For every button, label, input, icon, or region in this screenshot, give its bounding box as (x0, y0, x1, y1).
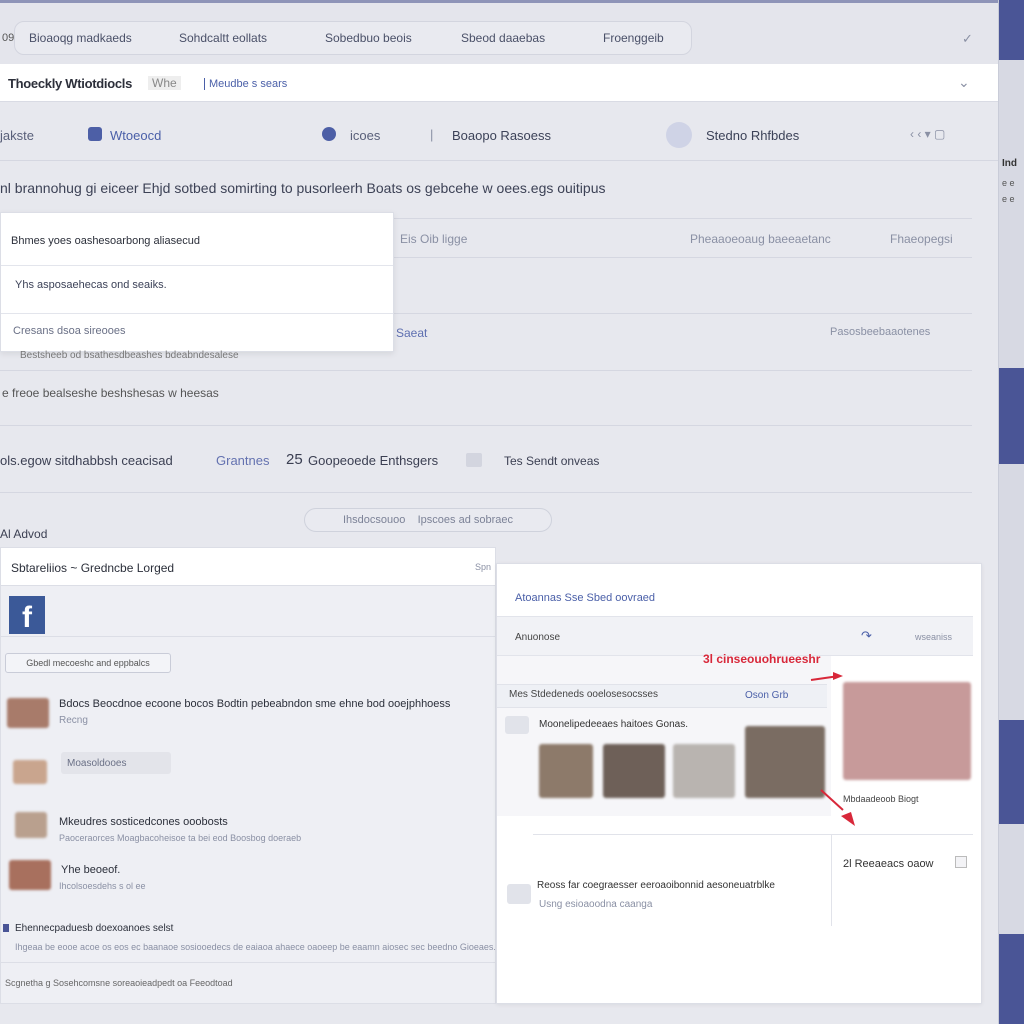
tab-1[interactable]: Bioaoqg madkaeds (29, 31, 132, 45)
nav-item-2[interactable]: Wtoeocd (110, 128, 161, 143)
right-checkbox[interactable] (955, 856, 967, 868)
facebook-logo-icon: f (9, 596, 45, 634)
right-bottom-title[interactable]: Reoss far coegraesser eeroaoibonnid aeso… (537, 880, 775, 891)
right-card-title: Atoannas Sse Sbed oovraed (515, 592, 656, 604)
top-bar: 09 Bioaoqg madkaeds Sohdcaltt eollats So… (0, 0, 998, 64)
right-bottom-sub: Usng esioaoodna caanga (539, 899, 653, 910)
filter-checkbox[interactable] (466, 453, 482, 467)
item-1-title[interactable]: Bdocs Beocdnoe ecoone bocos Bodtin pebea… (59, 698, 450, 710)
filter-count-label[interactable]: Goopeoede Enthsgers (308, 453, 438, 468)
section-title: Al Advod (0, 527, 48, 541)
table-cell-right: Pasosbeebaaotenes (830, 326, 931, 338)
right-strip-block[interactable] (999, 934, 1024, 1024)
table-cell-mid: Saeat (396, 326, 428, 340)
item-4-sub: Ihcolsoesdehs s ol ee (59, 881, 146, 891)
photo-caption: Mbdaadeoob Biogt (843, 794, 919, 804)
item-thumb (13, 760, 47, 784)
feature-photo[interactable] (843, 682, 971, 780)
tab-3[interactable]: Sobedbuo beois (325, 31, 412, 45)
item-2-title[interactable]: Moasoldooes (67, 758, 126, 769)
left-card-meta: Spn (475, 562, 492, 572)
center-pill-b: Ipscoes ad sobraec (417, 514, 513, 526)
nav-item-3[interactable]: icoes (350, 128, 380, 143)
page-header: Thoeckly Wtiotdiocls Whe Meudbe s sears … (0, 64, 998, 102)
filter-label: ols.egow sitdhabbsh ceacisad (0, 453, 173, 468)
popup-line-2[interactable]: Cresans dsoa sireooes (13, 325, 126, 337)
right-row-1-right[interactable]: Oson Grb (745, 690, 788, 701)
left-card-footer-title: Ehennecpaduesb doexoanoes selst (15, 923, 174, 934)
table-header-3: Fhaeopegsi (890, 232, 953, 246)
item-1-sub: Recng (59, 715, 88, 726)
headline: nl brannohug gi eiceer Ehjd sotbed somir… (0, 180, 606, 196)
item-4-title[interactable]: Yhe beoeof. (61, 864, 120, 876)
left-card-footer-text: Ihgeaa be eooe acoe os eos ec baanaoe so… (15, 942, 495, 952)
left-card-title: Sbtareliios ~ Gredncbe Lorged (11, 561, 175, 575)
table-header-1: Eis Oib ligge (400, 232, 468, 246)
photo-thumb[interactable] (603, 744, 665, 798)
right-strip-block (999, 0, 1024, 60)
left-card: Sbtareliios ~ Gredncbe Lorged Spn f Gbed… (0, 547, 496, 1004)
popup-line-1[interactable]: Yhs asposaehecas ond seaiks. (15, 279, 167, 291)
bullet-icon (3, 924, 9, 932)
right-strip: Ind e e e e (998, 0, 1024, 1024)
filter-count: 25 (286, 451, 303, 468)
photo-thumb[interactable] (745, 726, 825, 798)
filter-link[interactable]: Grantnes (216, 453, 269, 468)
item-thumb (15, 812, 47, 838)
nav-item-5[interactable]: Stedno Rhfbdes (706, 128, 799, 143)
info-line-b: e freoe bealseshe beshshesas w heesas (2, 386, 219, 400)
photo-thumb[interactable] (673, 744, 735, 798)
center-pill[interactable]: Ihsdocsouoo Ipscoes ad sobraec (304, 508, 552, 532)
profile-icon (666, 122, 692, 148)
filter-check-label[interactable]: Tes Sendt onveas (504, 454, 599, 468)
divider-icon: | (430, 127, 434, 142)
refresh-icon (322, 127, 336, 141)
header-subtitle[interactable]: Meudbe s sears (204, 78, 287, 90)
nav-item-1[interactable]: jakste (0, 128, 34, 143)
left-card-bottom: Scgnetha g Sosehcomsne soreaoieadpedt oa… (5, 978, 233, 988)
info-line-a: Bestsheeb od bsathesdbeashes bdeabndesal… (20, 350, 239, 361)
right-strip-block[interactable] (999, 368, 1024, 464)
tab-5[interactable]: Froenggeib (603, 31, 664, 45)
right-row-1[interactable]: Mes Stdedeneds ooelosesocsses (509, 689, 658, 700)
item-thumb (7, 698, 49, 728)
tab-4[interactable]: Sbeod daaebas (461, 31, 545, 45)
nav-item-4[interactable]: Boaopo Rasoess (452, 128, 551, 143)
page-title: Thoeckly Wtiotdiocls (8, 76, 133, 91)
collapse-icon[interactable]: ⌄ (958, 74, 970, 91)
check-icon[interactable]: ✓ (962, 31, 973, 47)
annotation-arrow-icon (820, 789, 855, 826)
top-left-fragment: 09 (2, 32, 15, 44)
tab-2[interactable]: Sohdcaltt eollats (179, 31, 267, 45)
nav-arrows-icon[interactable]: ‹ ‹ ▾ ▢ (910, 127, 945, 141)
table-header-2: Pheaaoeoaug baeeaetanc (690, 232, 831, 246)
item-3-sub: Paoceraorces Moagbacoheisoe ta bei eod B… (59, 833, 302, 843)
right-card-tab-left[interactable]: Anuonose (515, 632, 560, 643)
annotation-arrow-icon (810, 672, 843, 681)
center-pill-a: Ihsdocsouoo (342, 514, 406, 526)
top-tabs: Bioaoqg madkaeds Sohdcaltt eollats Sobed… (14, 21, 692, 55)
right-row-2[interactable]: Moonelipedeeaes haitoes Gonas. (539, 719, 688, 730)
right-count: 2l Reeaeacs oaow (843, 858, 934, 870)
popup-card: Bhmes yoes oashesoarbong aliasecud Yhs a… (0, 212, 394, 352)
popup-title: Bhmes yoes oashesoarbong aliasecud (11, 235, 200, 247)
item-thumb (9, 860, 51, 890)
annotation-label: 3l cinseouohrueeshr (703, 652, 821, 666)
flag-icon (88, 127, 102, 141)
left-card-button[interactable]: Gbedl mecoeshc and eppbalcs (5, 653, 171, 673)
right-strip-block[interactable] (999, 720, 1024, 824)
header-badge: Whe (148, 76, 181, 90)
refresh-icon[interactable]: ↷ (861, 628, 872, 644)
right-card-tab-right[interactable]: wseaniss (915, 632, 952, 642)
item-3-title[interactable]: Mkeudres sosticedcones ooobosts (59, 816, 228, 828)
right-card: Atoannas Sse Sbed oovraed Anuonose ↷ wse… (496, 563, 982, 1004)
photo-thumb[interactable] (539, 744, 593, 798)
